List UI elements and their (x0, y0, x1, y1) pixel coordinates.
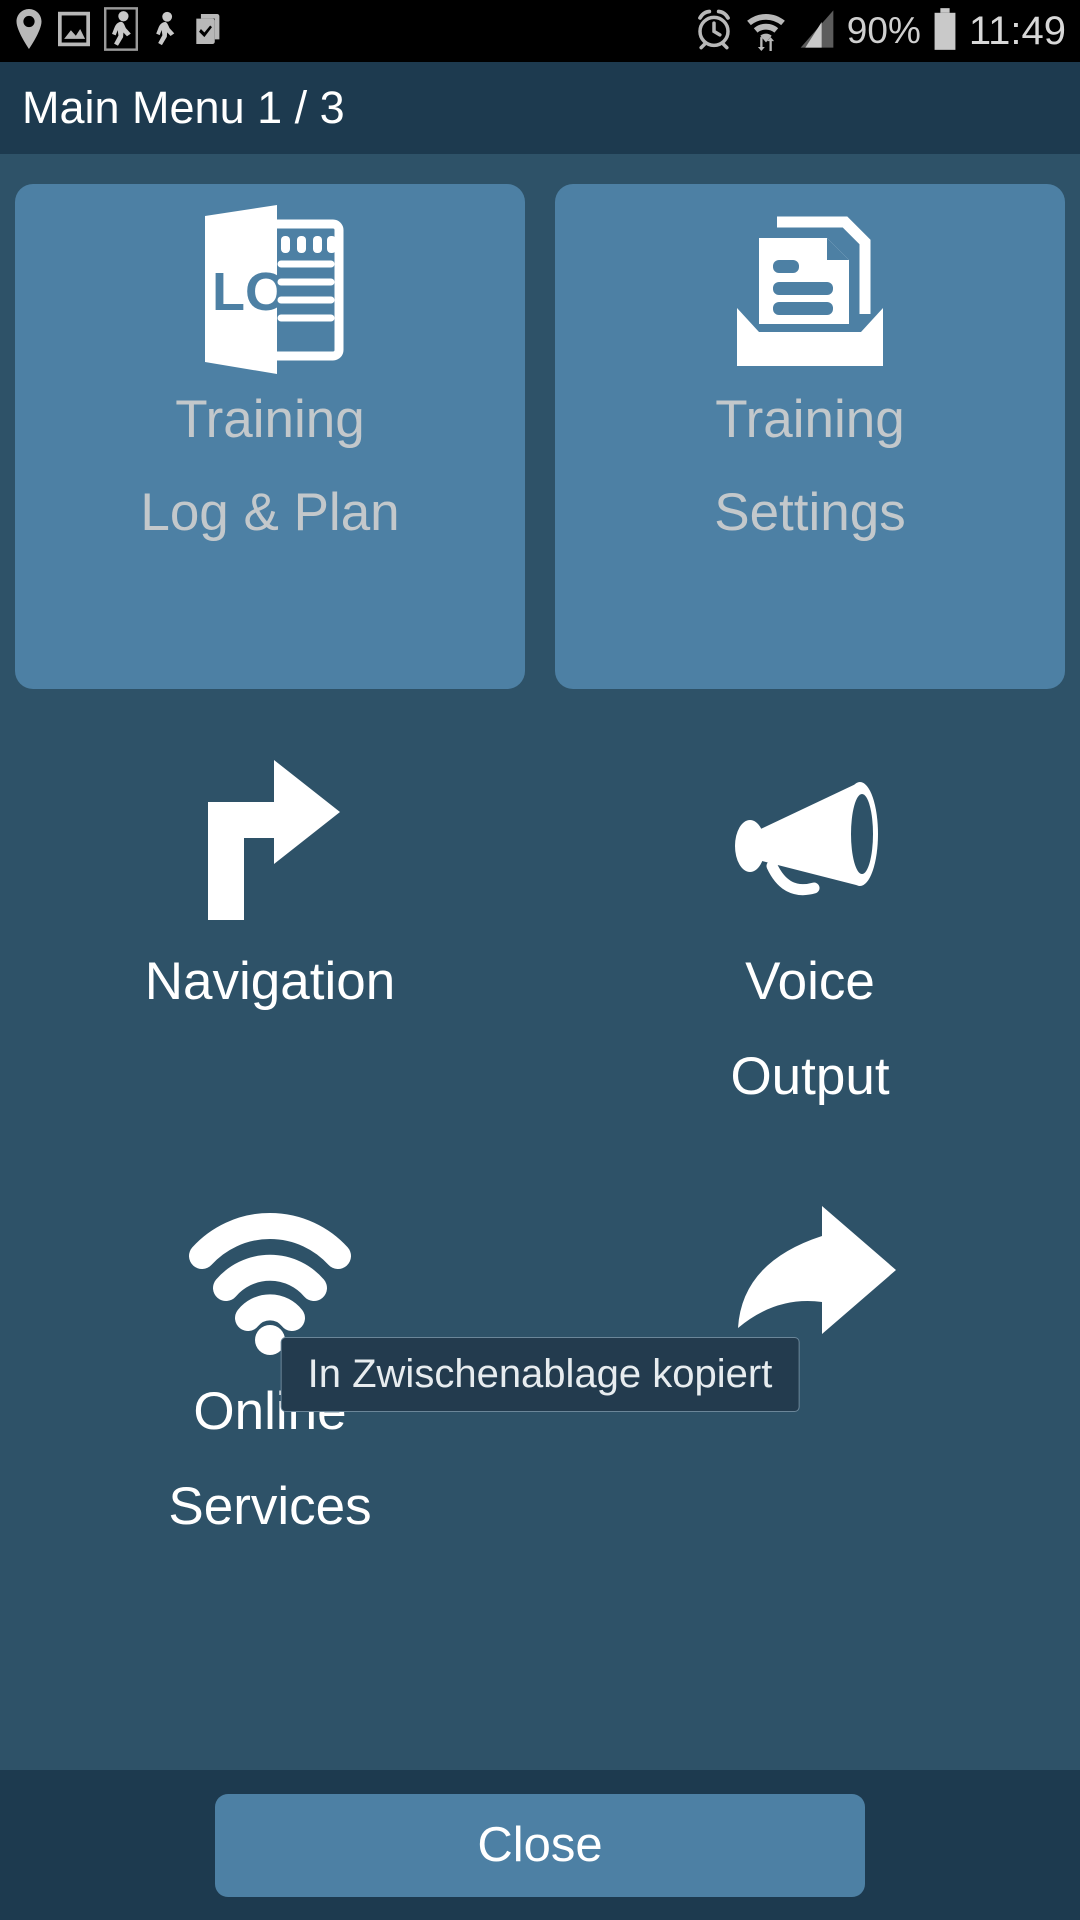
wifi-transfer-icon (745, 7, 787, 56)
gallery-image-icon (58, 9, 90, 54)
battery-percent-label: 90% (846, 10, 921, 51)
page-title: Main Menu 1 / 3 (22, 82, 345, 133)
forward-arrow-icon (710, 1184, 910, 1359)
menu-item-label-line2: Settings (714, 483, 906, 542)
megaphone-icon (710, 754, 910, 929)
menu-cell-training-settings: Training Settings (540, 184, 1080, 744)
clipboard-check-icon (194, 9, 224, 54)
toast-notification: In Zwischenablage kopiert (280, 1337, 800, 1412)
status-bar-right-icons: 90% 11:49 (694, 0, 1066, 62)
menu-item-label-line1: Navigation (144, 952, 396, 1011)
close-button[interactable]: Close (215, 1793, 865, 1897)
location-pin-icon (14, 8, 44, 54)
menu-item-label-line2: Output (730, 1047, 890, 1106)
menu-cell-navigation[interactable]: Navigation (0, 754, 540, 1184)
menu-row-2: Navigation Voice Output (0, 754, 1080, 1184)
menu-cell-training-log-plan: LOG Training Log & Plan (0, 184, 540, 744)
toast-message: In Zwischenablage kopiert (307, 1352, 773, 1396)
bottom-bar: Close (0, 1770, 1080, 1920)
turn-right-arrow-icon (170, 754, 370, 929)
main-menu-body: LOG Training Log & Plan Training Setting… (0, 154, 1080, 1770)
menu-item-label-line1: Training (715, 390, 905, 449)
menu-item-training-log-plan[interactable]: LOG Training Log & Plan (15, 184, 525, 689)
status-bar-left-icons (14, 6, 224, 56)
log-book-notepad-icon: LOG (175, 202, 365, 377)
wifi-icon (170, 1184, 370, 1359)
menu-item-label-line2: Services (168, 1477, 372, 1536)
title-bar: Main Menu 1 / 3 (0, 62, 1080, 154)
clock-label: 11:49 (968, 9, 1066, 53)
menu-item-label-line2: Log & Plan (140, 483, 400, 542)
menu-row-1: LOG Training Log & Plan Training Setting… (0, 184, 1080, 744)
menu-item-label-line1: Voice (745, 952, 875, 1011)
menu-item-label-line1: Training (175, 390, 365, 449)
status-bar[interactable]: 90% 11:49 (0, 0, 1080, 62)
battery-icon (932, 7, 958, 56)
alarm-clock-icon (694, 8, 734, 55)
document-tray-icon (715, 202, 905, 377)
svg-text:LOG: LOG (212, 262, 329, 322)
walking-person-icon (152, 7, 180, 56)
walking-person-boxed-icon (104, 6, 138, 56)
menu-cell-voice-output[interactable]: Voice Output (540, 754, 1080, 1184)
menu-item-training-settings[interactable]: Training Settings (555, 184, 1065, 689)
signal-bars-icon (798, 8, 836, 55)
